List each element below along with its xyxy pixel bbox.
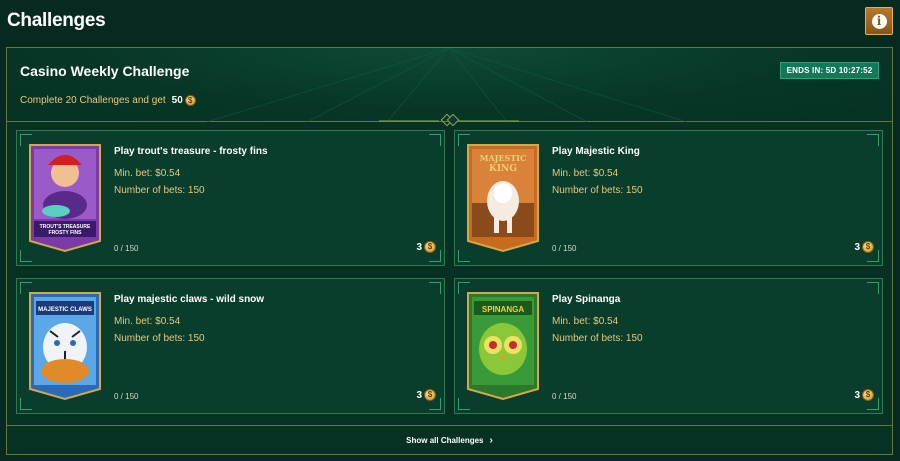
card-progress: 0 / 150 [114,392,139,401]
svg-text:FROSTY FINS: FROSTY FINS [49,230,83,236]
card-progress: 0 / 150 [114,244,139,253]
header-rays-decoration [206,48,688,122]
card-min-bet: Min. bet: $0.54 [114,316,181,327]
card-reward: 3 $ [854,241,874,253]
coin-icon: $ [424,241,436,253]
card-min-bet: Min. bet: $0.54 [552,316,619,327]
info-button[interactable]: i [865,7,893,35]
page-title: Challenges [7,10,106,31]
card-min-bet: Min. bet: $0.54 [552,168,619,179]
show-all-label: Show all Challenges [406,435,484,445]
card-reward: 3 $ [416,241,436,253]
challenge-title: Casino Weekly Challenge [20,63,190,79]
coin-icon: $ [862,389,874,401]
svg-text:MAJESTIC CLAWS: MAJESTIC CLAWS [38,307,92,313]
challenge-card[interactable]: MAJESTIC CLAWS Play majestic claws - wil… [16,278,445,414]
svg-text:MAJESTIC: MAJESTIC [480,153,527,163]
card-reward: 3 $ [854,389,874,401]
card-reward-amount: 3 [416,389,422,401]
info-icon: i [871,13,887,29]
divider-ornament [379,114,519,127]
card-number-of-bets: Number of bets: 150 [114,185,205,196]
challenge-header: Casino Weekly Challenge ENDS IN: 5D 10:2… [7,48,892,122]
card-min-bet: Min. bet: $0.54 [114,168,181,179]
card-progress: 0 / 150 [552,392,577,401]
card-title: Play Spinanga [552,294,621,305]
coin-icon: $ [862,241,874,253]
challenge-card[interactable]: TROUT'S TREASURE FROSTY FINS Play trout'… [16,130,445,266]
card-reward: 3 $ [416,389,436,401]
svg-text:KING: KING [489,164,517,174]
svg-text:SPINANGA: SPINANGA [482,305,524,314]
card-number-of-bets: Number of bets: 150 [552,185,643,196]
card-number-of-bets: Number of bets: 150 [114,333,205,344]
card-reward-amount: 3 [854,241,860,253]
game-thumbnail-majestic-claws[interactable]: MAJESTIC CLAWS [28,291,102,401]
challenge-panel: Casino Weekly Challenge ENDS IN: 5D 10:2… [6,47,893,455]
coin-icon: $ [184,95,196,106]
card-progress: 0 / 150 [552,244,577,253]
ends-in-badge: ENDS IN: 5D 10:27:52 [780,62,879,79]
reward-amount: 50 [171,95,183,106]
card-title: Play Majestic King [552,146,640,157]
challenge-card[interactable]: MAJESTIC KING Play Majestic King Min. be… [454,130,883,266]
card-title: Play majestic claws - wild snow [114,294,265,305]
challenge-reward: Complete 20 Challenges and get 50 $ [20,95,196,106]
coin-icon: $ [424,389,436,401]
chevron-right-icon: › [489,434,493,446]
card-title: Play trout's treasure - frosty fins [114,146,268,157]
challenge-card[interactable]: SPINANGA Play Spinanga Min. bet: $0.54 N… [454,278,883,414]
show-all-challenges-link[interactable]: Show all Challenges › [7,425,892,454]
card-reward-amount: 3 [854,389,860,401]
card-reward-amount: 3 [416,241,422,253]
reward-text: Complete 20 Challenges and get [20,95,166,106]
game-thumbnail-majestic-king[interactable]: MAJESTIC KING [466,143,540,253]
game-thumbnail-spinanga[interactable]: SPINANGA [466,291,540,401]
game-thumbnail-trouts-treasure[interactable]: TROUT'S TREASURE FROSTY FINS [28,143,102,253]
card-number-of-bets: Number of bets: 150 [552,333,643,344]
